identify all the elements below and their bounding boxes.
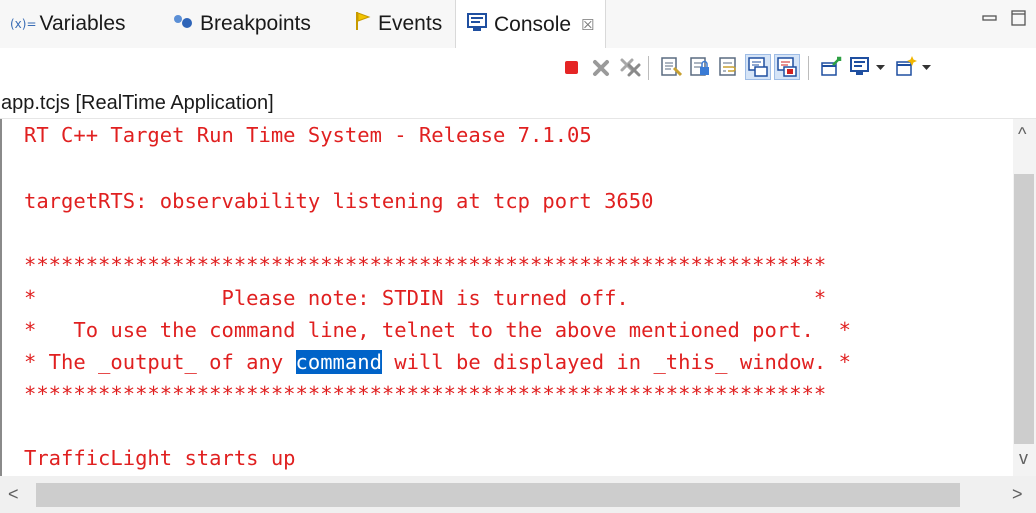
display-selected-console-icon[interactable] [848, 54, 874, 80]
events-icon [354, 10, 372, 38]
toolbar-separator [808, 56, 809, 80]
vertical-scroll-thumb[interactable] [1014, 174, 1034, 444]
console-output[interactable]: RT C++ Target Run Time System - Release … [0, 119, 1013, 476]
tab-events-label: Events [378, 12, 443, 35]
console-line: ****************************************… [24, 382, 827, 406]
console-toolbar [0, 48, 1036, 88]
word-wrap-icon[interactable] [716, 54, 742, 80]
console-line: * Please note: STDIN is turned off. * [24, 286, 827, 310]
console-icon [466, 12, 488, 38]
scroll-down-icon[interactable]: v [1019, 449, 1028, 467]
remove-all-terminated-icon[interactable] [618, 54, 644, 80]
scroll-left-icon[interactable]: < [8, 485, 19, 503]
tab-breakpoints[interactable]: Breakpoints [172, 0, 311, 48]
variables-icon: (x)= [10, 17, 37, 31]
show-on-stderr-icon[interactable] [774, 54, 800, 80]
horizontal-scroll-thumb[interactable] [36, 483, 960, 507]
process-label: app.tcjs [RealTime Application] [0, 88, 1036, 119]
toolbar-separator [648, 56, 649, 80]
console-line: ****************************************… [24, 253, 827, 277]
scroll-lock-icon[interactable] [687, 54, 713, 80]
open-console-icon[interactable] [893, 54, 919, 80]
maximize-view-icon[interactable] [1009, 8, 1029, 28]
console-text: * The _output_ of any [24, 350, 296, 374]
console-line: targetRTS: observability listening at tc… [24, 189, 654, 213]
scroll-up-icon[interactable]: ^ [1018, 125, 1026, 143]
tab-console[interactable]: Console ☒ [455, 0, 606, 49]
horizontal-scrollbar[interactable]: < > [0, 476, 1036, 513]
vertical-scrollbar[interactable]: ^ v [1013, 119, 1036, 476]
remove-launch-icon[interactable] [588, 54, 614, 80]
console-line: TrafficLight starts up [24, 446, 296, 470]
show-on-stdout-icon[interactable] [745, 54, 771, 80]
open-console-dropdown-icon[interactable] [920, 54, 934, 80]
pin-console-icon[interactable] [818, 54, 844, 80]
console-line: * The _output_ of any command will be di… [24, 346, 851, 378]
close-tab-icon[interactable]: ☒ [581, 16, 594, 34]
scroll-right-icon[interactable]: > [1012, 485, 1023, 503]
selected-text: command [295, 350, 382, 374]
display-console-dropdown-icon[interactable] [874, 54, 888, 80]
minimize-view-icon[interactable] [980, 8, 1000, 28]
console-line: * To use the command line, telnet to the… [24, 318, 851, 342]
terminate-icon[interactable] [559, 54, 585, 80]
tab-variables-label: Variables [39, 12, 126, 35]
tab-events[interactable]: Events [354, 0, 442, 48]
clear-console-icon[interactable] [658, 54, 684, 80]
tab-console-label: Console [494, 12, 572, 36]
console-line: RT C++ Target Run Time System - Release … [24, 123, 592, 147]
view-tab-bar: (x)= Variables Breakpoints Events Consol… [0, 0, 1036, 49]
console-text: will be displayed in _this_ window. * [381, 350, 851, 374]
tab-breakpoints-label: Breakpoints [200, 12, 311, 35]
breakpoints-icon [172, 11, 194, 37]
tab-variables[interactable]: (x)= Variables [10, 0, 126, 48]
